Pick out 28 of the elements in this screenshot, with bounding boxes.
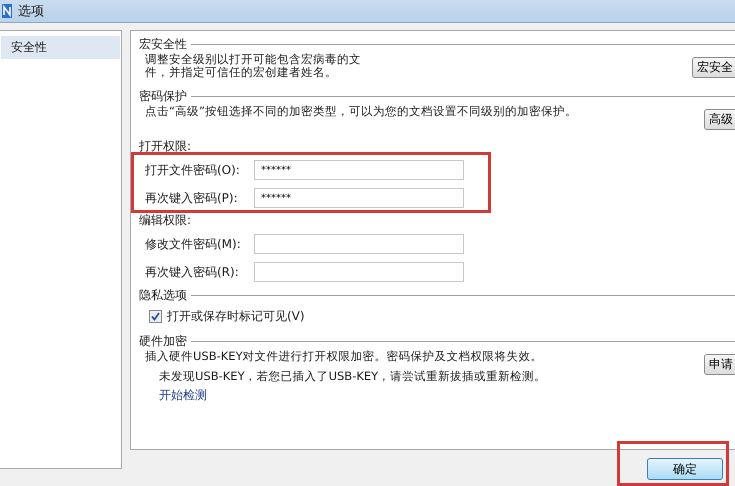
field-label: 再次键入密码(R): [145,264,240,280]
password-field[interactable] [254,234,464,254]
group-label: 打开权限: [139,138,192,155]
macro-security-button[interactable]: 宏安全 [692,57,735,78]
status-text: 未发现USB-KEY，若您已插入了USB-KEY，请尝试重新拔插或重新检测。 [158,369,548,384]
description-text: 调整安全级别以打开可能包含宏病毒的文件，并指定可信任的宏创建者姓名。 [145,53,362,79]
description-text: 点击“高级”按钮选择不同的加密类型，可以为您的文档设置不同级别的加密保护。 [145,105,577,118]
section-heading: 硬件加密 [139,332,187,350]
app-icon [2,4,12,18]
field-label: 打开文件密码(O): [145,162,241,178]
ok-button[interactable]: 确定 [647,458,723,480]
detect-link[interactable]: 开始检测 [139,387,207,404]
section-heading: 宏安全性 [139,36,187,52]
password-field[interactable] [254,262,464,282]
checkbox[interactable] [149,310,162,322]
description-text: 插入硬件USB-KEY对文件进行打开权限加密。密码保护及文档权限将失效。 [145,350,543,363]
apply-button[interactable]: 申请 [704,354,735,375]
window-title: 选项 [18,3,44,20]
field-label: 修改文件密码(M): [145,236,242,252]
password-field[interactable]: ****** [254,160,464,180]
password-field[interactable]: ****** [254,188,464,208]
advanced-button[interactable]: 高级 [704,109,735,130]
group-label: 编辑权限: [139,212,192,229]
checkbox-label: 打开或保存时标记可见(V) [167,308,305,324]
section-heading: 密码保护 [139,88,187,104]
section-heading: 隐私选项 [139,286,187,304]
sidebar-item[interactable]: 安全性 [1,36,120,59]
field-label: 再次键入密码(P): [145,190,239,206]
